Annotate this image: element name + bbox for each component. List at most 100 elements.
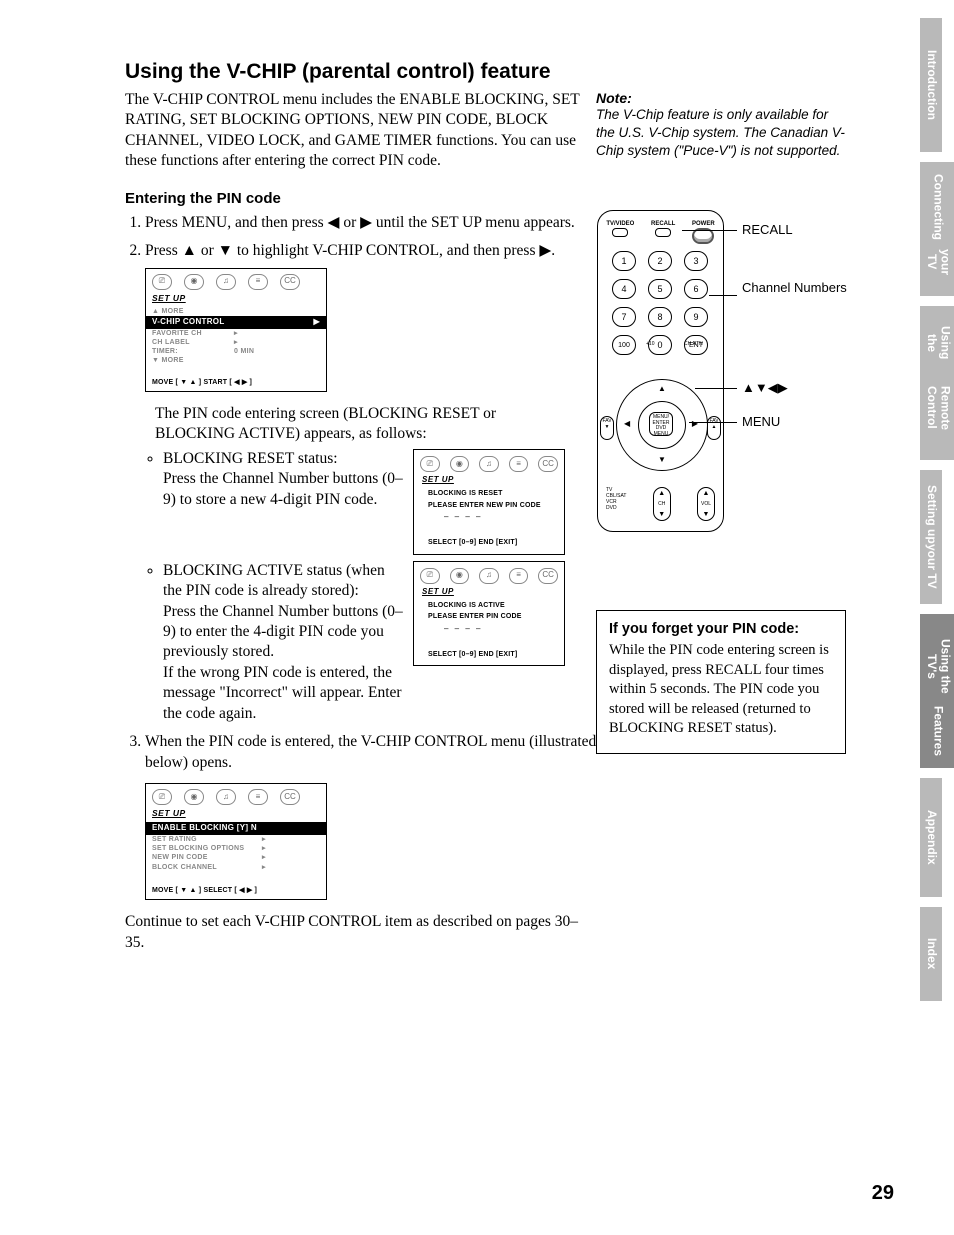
callout-menu: MENU bbox=[742, 414, 780, 429]
remote-number-button: 7 bbox=[612, 307, 636, 327]
screen-title: SET UP bbox=[414, 475, 564, 488]
menu-icon: ⎚ bbox=[152, 789, 172, 805]
menu-footer: MOVE [ ▼ ▲ ] SELECT [ ◀ ▶ ] bbox=[146, 882, 326, 899]
tab-index[interactable]: Index bbox=[920, 907, 942, 1001]
remote-illustration: TV/VIDEO RECALL POWER 1234567891000ENT +… bbox=[597, 210, 857, 532]
menu-icon: CC bbox=[280, 789, 300, 805]
menu-icon: ⎚ bbox=[152, 274, 172, 290]
remote-number-button: 6 bbox=[684, 279, 708, 299]
callout-channel-numbers: Channel Numbers bbox=[742, 280, 847, 296]
remote-number-button: 5 bbox=[648, 279, 672, 299]
remote-number-button: 1 bbox=[612, 251, 636, 271]
remote-number-button: 4 bbox=[612, 279, 636, 299]
remote-power-label: POWER bbox=[692, 221, 715, 227]
remote-ch-rocker: ▲CH▼ bbox=[653, 487, 671, 521]
remote-plus10-label: +10 bbox=[646, 341, 654, 347]
bullet-active-body-2: If the wrong PIN code is entered, the me… bbox=[163, 664, 402, 722]
remote-number-button: 8 bbox=[648, 307, 672, 327]
menu-icon: ⎚ bbox=[420, 568, 440, 584]
remote-number-button: 2 bbox=[648, 251, 672, 271]
menu-icon: ♫ bbox=[216, 274, 236, 290]
remote-fav-button: FAV▲ bbox=[707, 416, 721, 440]
menu-icon: ◉ bbox=[450, 456, 470, 472]
tab-setting-up[interactable]: Setting upyour TV bbox=[920, 470, 942, 604]
menu-icon: CC bbox=[280, 274, 300, 290]
menu-icon: CC bbox=[538, 568, 558, 584]
menu-vchip-figure: ⎚ ◉ ♫ ≡ CC SET UP ENABLE BLOCKING [Y] N … bbox=[145, 783, 327, 900]
right-arrow-icon: ▶ bbox=[692, 419, 698, 428]
menu-icon: ♫ bbox=[479, 568, 499, 584]
screen-msg: PLEASE ENTER NEW PIN CODE bbox=[414, 499, 564, 510]
tab-remote[interactable]: Using theRemote Control bbox=[920, 306, 954, 460]
side-tabs: Introduction Connectingyour TV Using the… bbox=[920, 18, 954, 1011]
remote-mode-list: TV CBL/SAT VCR DVD bbox=[606, 487, 626, 511]
remote-vol-rocker: ▲VOL▼ bbox=[697, 487, 715, 521]
intro-paragraph: The V-CHIP CONTROL menu includes the ENA… bbox=[125, 90, 585, 172]
tab-introduction[interactable]: Introduction bbox=[920, 18, 942, 152]
step-3: When the PIN code is entered, the V-CHIP… bbox=[145, 732, 605, 900]
menu-row: BLOCK CHANNEL bbox=[152, 863, 262, 872]
menu-row: FAVORITE CH bbox=[152, 329, 234, 338]
callout-recall: RECALL bbox=[742, 222, 793, 237]
bullet-reset-body: Press the Channel Number buttons (0–9) t… bbox=[163, 470, 403, 507]
menu-icon: ♫ bbox=[216, 789, 236, 805]
forget-heading: If you forget your PIN code: bbox=[609, 621, 833, 637]
menu-icon: ◉ bbox=[184, 274, 204, 290]
menu-icon: ◉ bbox=[184, 789, 204, 805]
remote-number-button: 3 bbox=[684, 251, 708, 271]
screen-reset-figure: ⎚ ◉ ♫ ≡ CC SET UP BLOCKING IS RESET PLEA… bbox=[413, 449, 565, 555]
menu-more-down: ▼ MORE bbox=[146, 356, 326, 365]
screen-footer: SELECT [0–9] END [EXIT] bbox=[414, 648, 564, 665]
screen-msg: PLEASE ENTER PIN CODE bbox=[414, 610, 564, 621]
left-arrow-icon: ◀ bbox=[624, 419, 630, 428]
remote-chrtn-label: CH RTN bbox=[684, 341, 703, 347]
screen-dashes: – – – – bbox=[414, 622, 564, 649]
remote-recall-label: RECALL bbox=[651, 221, 675, 227]
note-heading: Note: bbox=[596, 90, 846, 106]
menu-icon: CC bbox=[538, 456, 558, 472]
screen-dashes: – – – – bbox=[414, 510, 564, 537]
continue-text: Continue to set each V-CHIP CONTROL item… bbox=[125, 912, 585, 953]
remote-tvvideo-label: TV/VIDEO bbox=[606, 221, 634, 227]
tab-appendix[interactable]: Appendix bbox=[920, 778, 942, 897]
tab-connecting[interactable]: Connectingyour TV bbox=[920, 162, 954, 296]
section-heading: Entering the PIN code bbox=[125, 190, 855, 207]
screen-msg: BLOCKING IS ACTIVE bbox=[414, 599, 564, 610]
up-arrow-icon: ▲ bbox=[658, 384, 666, 393]
step-3-text: When the PIN code is entered, the V-CHIP… bbox=[145, 733, 596, 770]
remote-menu-button: MENU/ ENTER DVD MENU bbox=[649, 412, 673, 436]
remote-fav-button: FAV▼ bbox=[600, 416, 614, 440]
screen-msg: BLOCKING IS RESET bbox=[414, 487, 564, 498]
tab-features-current[interactable]: Using the TV'sFeatures bbox=[920, 614, 954, 768]
screen-title: SET UP bbox=[414, 587, 564, 600]
menu-footer: MOVE [ ▼ ▲ ] START [ ◀ ▶ ] bbox=[146, 374, 326, 391]
menu-row: CH LABEL bbox=[152, 338, 234, 347]
step-2-post: The PIN code entering screen (BLOCKING R… bbox=[155, 404, 575, 445]
menu-highlight-row: V-CHIP CONTROL▶ bbox=[146, 316, 326, 329]
menu-setup-figure: ⎚ ◉ ♫ ≡ CC SET UP ▲ MORE V-CHIP CONTROL▶… bbox=[145, 268, 327, 392]
screen-active-figure: ⎚ ◉ ♫ ≡ CC SET UP BLOCKING IS ACTIVE PLE… bbox=[413, 561, 565, 667]
screen-footer: SELECT [0–9] END [EXIT] bbox=[414, 536, 564, 553]
forget-body: While the PIN code entering screen is di… bbox=[609, 641, 833, 739]
menu-row: SET BLOCKING OPTIONS bbox=[152, 844, 262, 853]
menu-icon: ≡ bbox=[248, 789, 268, 805]
menu-title: SET UP bbox=[146, 808, 326, 822]
step-2-text: Press ▲ or ▼ to highlight V-CHIP CONTROL… bbox=[145, 242, 555, 259]
note-body: The V-Chip feature is only available for… bbox=[596, 106, 846, 161]
bullet-active-title: BLOCKING ACTIVE status (when the PIN cod… bbox=[163, 562, 385, 599]
menu-icon: ♫ bbox=[479, 456, 499, 472]
menu-row-label: TIMER: bbox=[152, 347, 234, 356]
remote-number-button: 100 bbox=[612, 335, 636, 355]
step-1: Press MENU, and then press ◀ or ▶ until … bbox=[145, 213, 605, 233]
down-arrow-icon: ▼ bbox=[658, 455, 666, 464]
menu-row: SET RATING bbox=[152, 835, 262, 844]
menu-highlight-row: ENABLE BLOCKING [Y] N bbox=[146, 822, 326, 835]
menu-row: NEW PIN CODE bbox=[152, 853, 262, 862]
menu-row-value: 0 MIN bbox=[234, 347, 254, 356]
menu-title: SET UP bbox=[146, 293, 326, 307]
menu-icon: ≡ bbox=[248, 274, 268, 290]
menu-icon: ◉ bbox=[450, 568, 470, 584]
callout-arrows: ▲▼◀▶ bbox=[742, 380, 788, 396]
menu-icon: ≡ bbox=[509, 456, 529, 472]
bullet-active-body-1: Press the Channel Number buttons (0–9) t… bbox=[163, 603, 403, 661]
